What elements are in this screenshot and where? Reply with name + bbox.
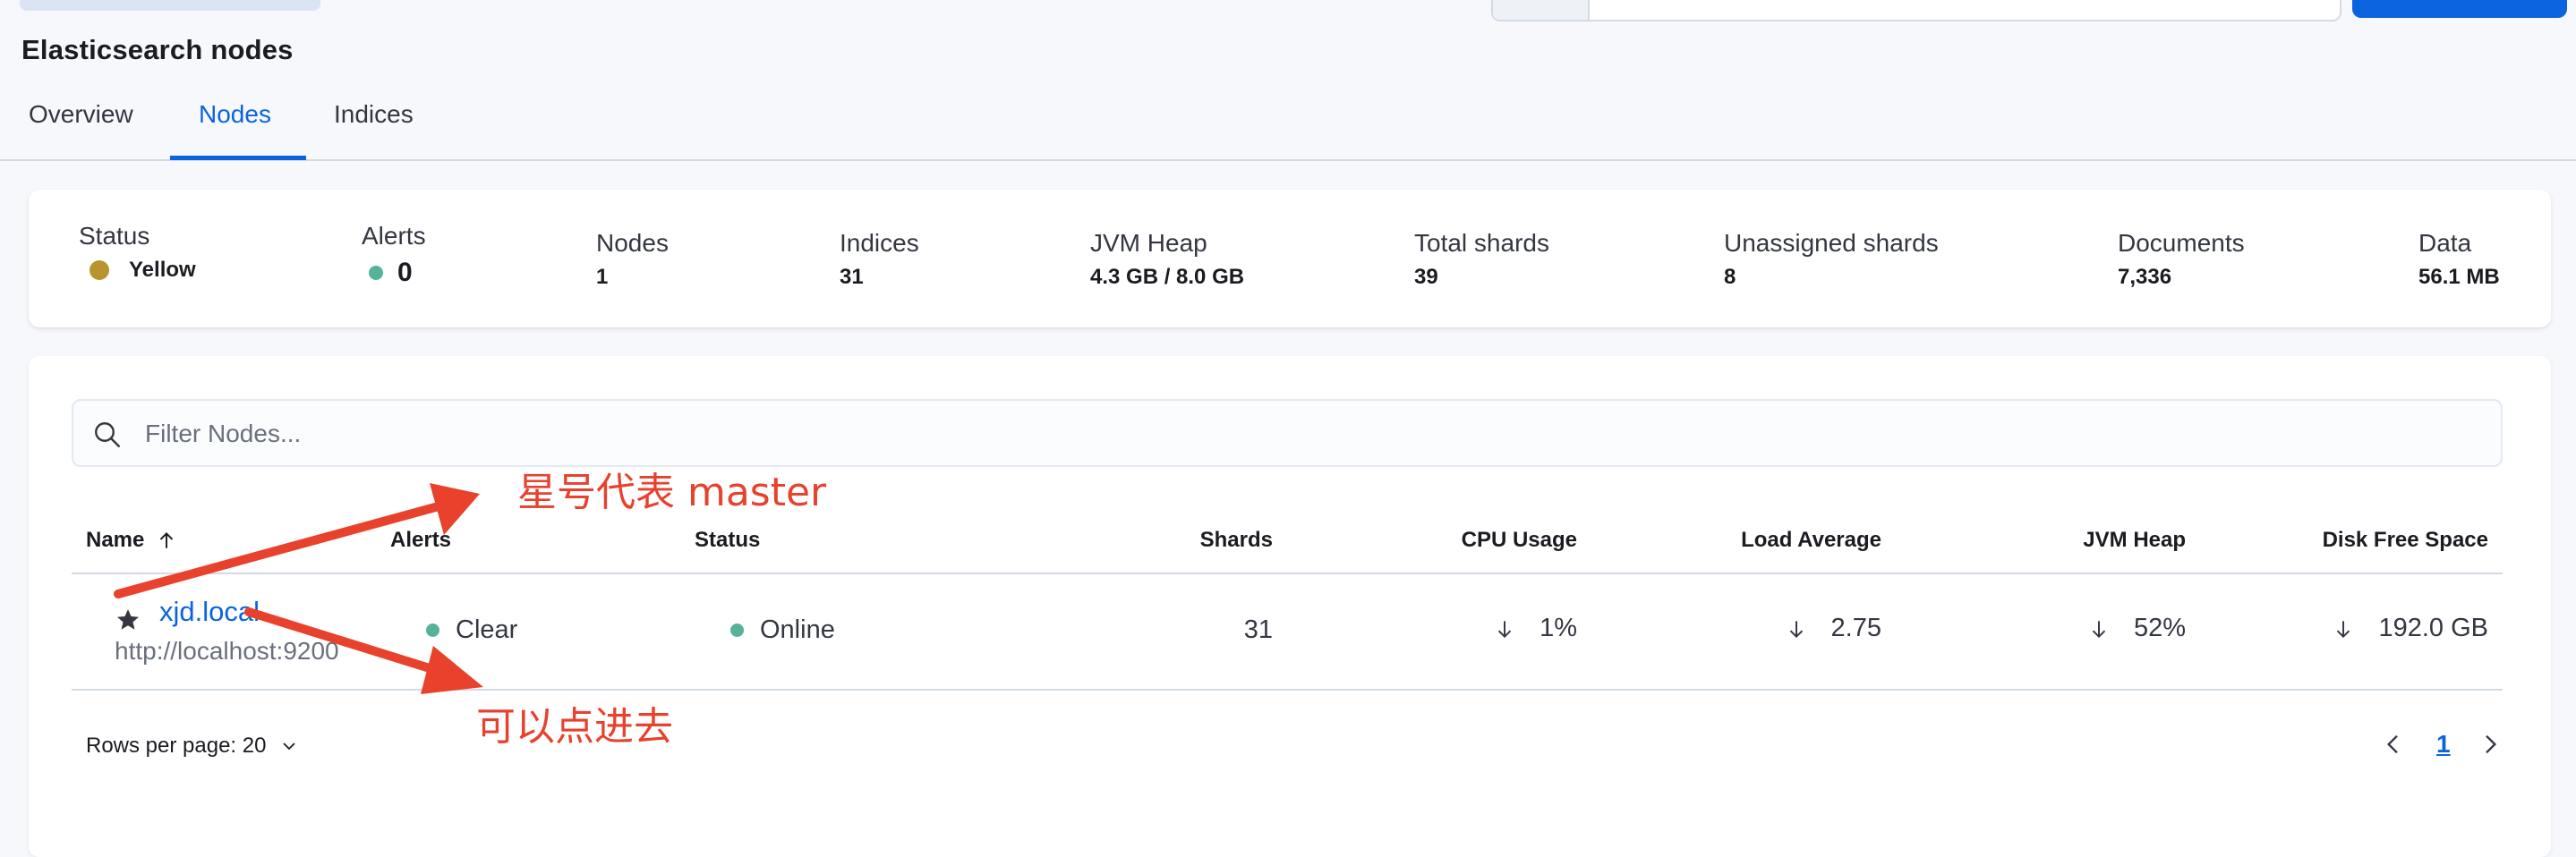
- annotation-arrow-click: [244, 607, 448, 677]
- annotation-arrowhead-master: [430, 483, 480, 535]
- annotation-master-note: 星号代表 master: [517, 470, 827, 515]
- annotation-arrowhead-click: [421, 646, 483, 694]
- annotation-click-note: 可以点进去: [476, 704, 673, 750]
- annotation-arrows-overlay: [114, 483, 483, 694]
- annotation-arrow-master: [114, 502, 443, 598]
